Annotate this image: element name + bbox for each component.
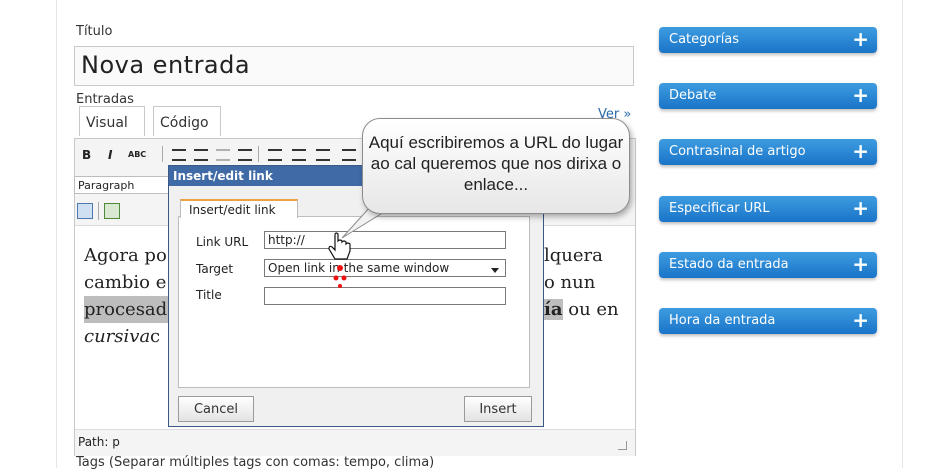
sidebar-item-debate[interactable]: Debate +	[659, 83, 877, 109]
table-icon[interactable]	[77, 203, 93, 219]
indent-icon[interactable]	[238, 149, 252, 161]
paste-icon[interactable]	[104, 203, 120, 219]
plus-icon: +	[852, 83, 869, 107]
outdent-icon[interactable]	[216, 149, 230, 161]
italic-button[interactable]: I	[108, 148, 112, 162]
sidebar-item-hora[interactable]: Hora da entrada +	[659, 308, 877, 334]
align-left-icon[interactable]	[268, 149, 282, 161]
title-input-value: Nova entrada	[81, 51, 251, 79]
format-select[interactable]: Paragraph	[74, 176, 170, 194]
sidebar-item-estado[interactable]: Estado da entrada +	[659, 252, 877, 278]
content-line-1b: lquera	[544, 245, 603, 266]
title-label: Título	[76, 24, 113, 39]
sidebar-item-label: Especificar URL	[669, 201, 770, 216]
content-line-2a: cambio e	[84, 272, 167, 293]
align-center-icon[interactable]	[292, 149, 306, 161]
title-field-label: Title	[196, 288, 222, 302]
strikethrough-button[interactable]: ABC	[128, 150, 146, 159]
bold-button[interactable]: B	[82, 148, 91, 162]
plus-icon: +	[852, 252, 869, 276]
sidebar-item-label: Categorías	[669, 32, 740, 47]
sidebar-item-label: Estado da entrada	[669, 257, 789, 272]
path-label: Path: p	[78, 435, 120, 449]
plus-icon: +	[852, 196, 869, 220]
toolbar-divider	[258, 146, 259, 162]
align-justify-icon[interactable]	[342, 149, 356, 161]
tab-codigo[interactable]: Código	[153, 106, 221, 136]
plus-icon: +	[852, 308, 869, 332]
link-url-label: Link URL	[196, 235, 249, 249]
content-line-3b: ía ou en	[544, 296, 619, 323]
sidebar-item-label: Contrasinal de artigo	[669, 144, 806, 159]
content-line-3-tail: ou en	[562, 299, 619, 320]
content-line-4a: cursiva	[84, 326, 151, 347]
sidebar-item-categorias[interactable]: Categorías +	[659, 27, 877, 53]
dialog-tab-insert-link[interactable]: Insert/edit link	[180, 199, 298, 218]
sidebar-item-label: Hora da entrada	[669, 313, 776, 328]
insert-button[interactable]: Insert	[464, 396, 532, 422]
align-right-icon[interactable]	[316, 149, 330, 161]
content-bold-fragment: ía	[544, 299, 563, 320]
plus-icon: +	[852, 139, 869, 163]
editor-pathbar: Path: p	[75, 429, 635, 456]
tab-visual[interactable]: Visual	[79, 106, 145, 136]
content-line-1a: Agora po	[84, 245, 167, 266]
content-line-2b: o nun	[544, 272, 596, 293]
content-line-4b: c	[150, 326, 161, 347]
chevron-down-icon	[491, 268, 499, 273]
plus-icon: +	[852, 27, 869, 51]
toolbar-divider	[162, 146, 163, 162]
sidebar-item-contrasinal[interactable]: Contrasinal de artigo +	[659, 139, 877, 165]
sidebar-item-label: Debate	[669, 88, 717, 103]
callout-text: Aquí escribiremos a URL do lugar ao cal …	[368, 133, 624, 194]
title-input[interactable]: Nova entrada	[74, 46, 634, 86]
numbered-list-icon[interactable]	[194, 149, 208, 161]
target-select-value: Open link in the same window	[268, 261, 450, 275]
resize-grip-icon[interactable]	[618, 441, 627, 450]
toolbar-divider	[98, 202, 99, 220]
target-select[interactable]: Open link in the same window	[264, 259, 506, 277]
title-field-input[interactable]	[264, 287, 506, 305]
page-border-right	[902, 0, 903, 468]
cancel-button[interactable]: Cancel	[178, 396, 254, 422]
page-border-left	[56, 0, 57, 468]
content-label: Entradas	[76, 92, 134, 107]
target-label: Target	[196, 262, 234, 276]
bullet-list-icon[interactable]	[172, 149, 186, 161]
content-line-3a: procesad	[84, 296, 168, 323]
sidebar-item-especificar-url[interactable]: Especificar URL +	[659, 196, 877, 222]
dialog-title: Insert/edit link	[173, 169, 273, 183]
